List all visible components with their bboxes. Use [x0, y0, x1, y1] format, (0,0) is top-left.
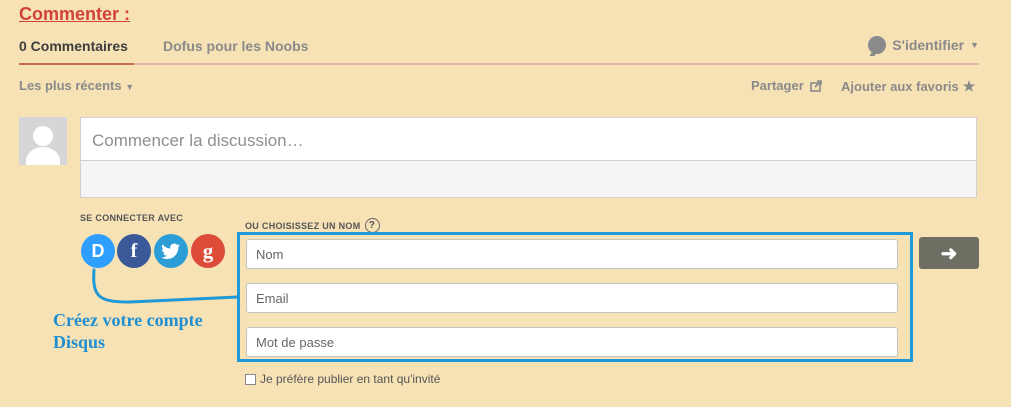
- favorite-label: Ajouter aux favoris: [841, 79, 959, 94]
- name-field[interactable]: Nom: [246, 239, 898, 269]
- sort-label: Les plus récents: [19, 78, 122, 93]
- password-field[interactable]: Mot de passe: [246, 327, 898, 357]
- guest-label: Je préfère publier en tant qu'invité: [260, 372, 441, 386]
- callout-text: Créez votre compte Disqus: [53, 310, 203, 352]
- section-title: Commenter :: [19, 4, 131, 24]
- share-button[interactable]: Partager: [751, 78, 823, 93]
- choose-name-label: OU CHOISISSEZ UN NOM ?: [245, 218, 380, 233]
- favorite-button[interactable]: Ajouter aux favoris ★: [841, 78, 975, 95]
- avatar: [19, 117, 67, 165]
- share-icon: [809, 79, 822, 92]
- comment-placeholder: Commencer la discussion…: [92, 131, 304, 150]
- disqus-icon: D: [91, 240, 105, 261]
- star-icon: ★: [962, 78, 976, 94]
- password-placeholder: Mot de passe: [256, 334, 335, 350]
- submit-button[interactable]: ➜: [919, 237, 979, 269]
- google-login-button[interactable]: g: [191, 234, 225, 268]
- guest-option[interactable]: Je préfère publier en tant qu'invité: [245, 372, 440, 386]
- choose-name-text: OU CHOISISSEZ UN NOM: [245, 220, 361, 231]
- email-placeholder: Email: [256, 290, 289, 306]
- disqus-login-button[interactable]: D: [81, 234, 115, 268]
- share-label: Partager: [751, 78, 804, 93]
- help-icon[interactable]: ?: [364, 218, 380, 233]
- comment-input[interactable]: Commencer la discussion…: [80, 117, 977, 161]
- chevron-down-icon: ▼: [125, 82, 135, 92]
- tab-divider: [19, 63, 979, 65]
- twitter-icon: [161, 243, 180, 259]
- sort-dropdown[interactable]: Les plus récents ▼: [19, 78, 134, 93]
- disqus-bubble-icon: [868, 36, 887, 54]
- google-icon: g: [202, 238, 214, 263]
- facebook-icon: f: [130, 239, 138, 262]
- email-field[interactable]: Email: [246, 283, 898, 313]
- twitter-login-button[interactable]: [154, 234, 188, 268]
- arrow-right-icon: ➜: [940, 242, 958, 265]
- tab-comments[interactable]: 0 Commentaires: [19, 38, 128, 54]
- login-label: S'identifier: [892, 37, 965, 53]
- connect-label: SE CONNECTER AVEC: [80, 213, 184, 223]
- facebook-login-button[interactable]: f: [117, 234, 151, 268]
- chevron-down-icon: ▼: [970, 40, 979, 50]
- login-menu[interactable]: S'identifier ▼: [868, 36, 979, 54]
- name-placeholder: Nom: [256, 246, 284, 262]
- comment-toolbar: [80, 161, 977, 198]
- tab-forum[interactable]: Dofus pour les Noobs: [163, 38, 308, 54]
- guest-checkbox[interactable]: [245, 373, 256, 385]
